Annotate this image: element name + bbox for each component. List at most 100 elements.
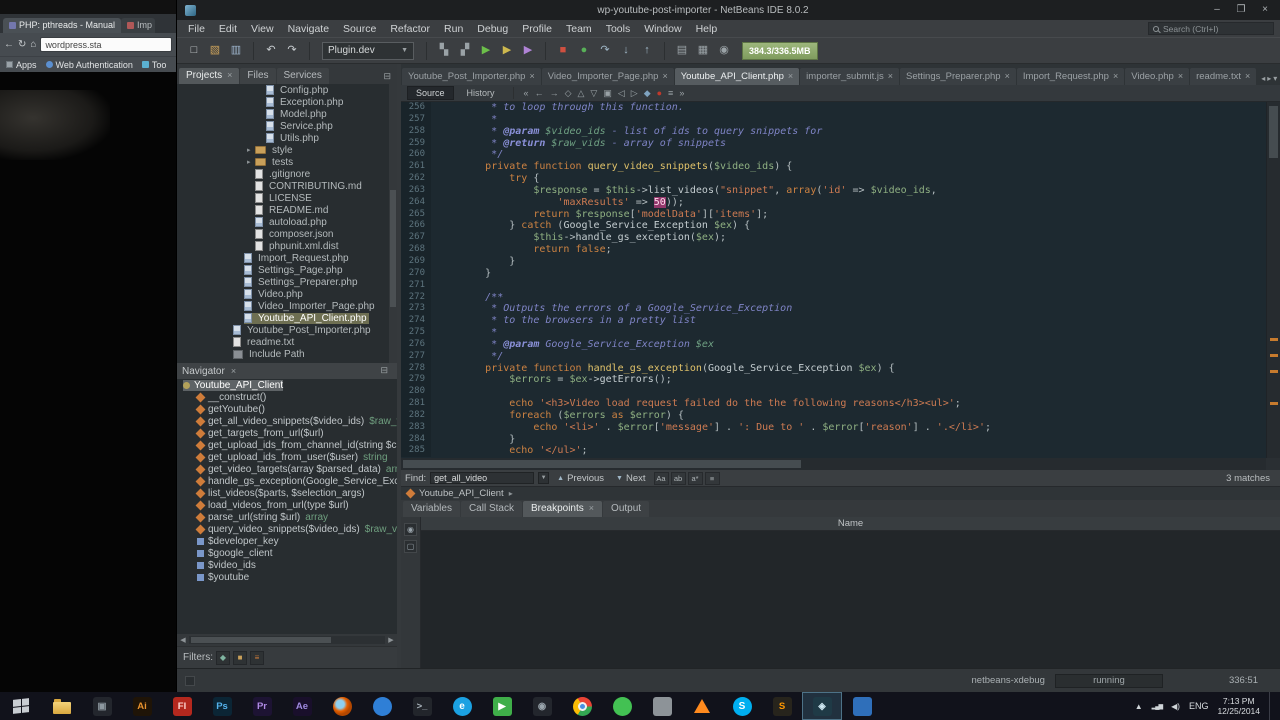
- code-line[interactable]: 278 private function handle_gs_exception…: [401, 362, 1266, 375]
- record-macro-icon[interactable]: ●: [657, 88, 662, 98]
- line-number[interactable]: 279: [401, 374, 431, 387]
- code-line[interactable]: 261 private function query_video_snippet…: [401, 161, 1266, 174]
- language-indicator[interactable]: ENG: [1189, 701, 1209, 711]
- menu-help[interactable]: Help: [689, 23, 725, 35]
- code-line[interactable]: 282 foreach ($errors as $error) {: [401, 409, 1266, 422]
- regex-toggle[interactable]: a*: [687, 471, 703, 485]
- line-number[interactable]: 274: [401, 315, 431, 328]
- code-line[interactable]: 264 'maxResults' => 50));: [401, 196, 1266, 209]
- code-line[interactable]: 279 $errors = $ex->getErrors();: [401, 374, 1266, 387]
- find-previous-button[interactable]: ▲ Previous: [553, 473, 608, 484]
- line-number[interactable]: 265: [401, 208, 431, 221]
- breadcrumb-item[interactable]: Youtube_API_Client: [419, 488, 504, 499]
- next-bookmark-icon[interactable]: ▷: [631, 88, 638, 98]
- find-history-dropdown-icon[interactable]: ▼: [538, 472, 550, 484]
- debugger-tab-variables[interactable]: Variables: [403, 501, 460, 517]
- tree-item-service-php[interactable]: Service.php: [177, 120, 389, 132]
- scroll-left-icon[interactable]: ◀: [177, 636, 189, 644]
- find-next-button[interactable]: ▼ Next: [612, 473, 649, 484]
- taskbar-netbeans[interactable]: ◈: [802, 692, 842, 720]
- tree-item-model-php[interactable]: Model.php: [177, 108, 389, 120]
- navigator-item[interactable]: get_video_targets(array $parsed_data) arr…: [177, 463, 397, 475]
- taskbar-vlc[interactable]: [682, 692, 722, 720]
- start-button[interactable]: [0, 692, 42, 720]
- taskbar-premiere[interactable]: Pr: [242, 692, 282, 720]
- menu-team[interactable]: Team: [559, 23, 599, 35]
- minimize-window-icon[interactable]: ⊟: [379, 71, 395, 84]
- navigator-item[interactable]: parse_url(string $url) array: [177, 511, 397, 523]
- tree-item-settings-page-php[interactable]: Settings_Page.php: [177, 264, 389, 276]
- tree-item-settings-preparer-php[interactable]: Settings_Preparer.php: [177, 276, 389, 288]
- code-line[interactable]: 263 $response = $this->list_videos("snip…: [401, 184, 1266, 197]
- line-number[interactable]: 266: [401, 220, 431, 233]
- code-line[interactable]: 265 return $response['modelData']['items…: [401, 208, 1266, 221]
- table-header[interactable]: Name: [421, 517, 1280, 531]
- menu-profile[interactable]: Profile: [515, 23, 559, 35]
- scroll-tabs-left-icon[interactable]: ◂: [1261, 74, 1265, 83]
- expand-icon[interactable]: ▸: [247, 158, 255, 166]
- line-number[interactable]: 268: [401, 244, 431, 256]
- code-line[interactable]: 256 * to loop through this function.: [401, 102, 1266, 114]
- tree-item-video-importer-page-php[interactable]: Video_Importer_Page.php: [177, 300, 389, 312]
- navigator-item[interactable]: query_video_snippets($video_ids) $raw_vid…: [177, 523, 397, 535]
- line-number[interactable]: 278: [401, 362, 431, 375]
- line-number[interactable]: 262: [401, 173, 431, 185]
- code-line[interactable]: 277 */: [401, 350, 1266, 363]
- toggle-highlight-icon[interactable]: ▣: [603, 88, 612, 98]
- editor-tab-import-request-php[interactable]: Import_Request.php ×: [1016, 68, 1125, 85]
- sort-alpha-icon[interactable]: ≡: [250, 650, 264, 665]
- build-icon[interactable]: ▚: [435, 42, 453, 60]
- code-line[interactable]: 275 *: [401, 327, 1266, 339]
- menu-navigate[interactable]: Navigate: [281, 23, 336, 35]
- tree-item-video-php[interactable]: Video.php: [177, 288, 389, 300]
- tree-item-readme-txt[interactable]: readme.txt: [177, 336, 389, 348]
- continue-icon[interactable]: ●: [575, 42, 593, 60]
- line-number[interactable]: 263: [401, 184, 431, 197]
- line-number[interactable]: 281: [401, 398, 431, 410]
- whole-words-toggle[interactable]: ab: [670, 471, 686, 485]
- menu-run[interactable]: Run: [437, 23, 470, 35]
- taskbar-internet-explorer[interactable]: e: [442, 692, 482, 720]
- tab-list-icon[interactable]: ▾: [1273, 74, 1277, 83]
- code-lines[interactable]: 256 * to loop through this function. 257 …: [401, 102, 1266, 458]
- taskbar-app-window[interactable]: ▣: [82, 692, 122, 720]
- dock-tab-files[interactable]: Files: [240, 68, 276, 84]
- line-number[interactable]: 280: [401, 386, 431, 399]
- navigator-item[interactable]: get_upload_ids_from_channel_id(string $c…: [177, 439, 397, 451]
- taskbar-app-gray[interactable]: [642, 692, 682, 720]
- comment-lines-icon[interactable]: ≡: [668, 88, 673, 98]
- code-line[interactable]: 284 }: [401, 433, 1266, 446]
- line-number[interactable]: 284: [401, 433, 431, 446]
- line-number[interactable]: 276: [401, 338, 431, 351]
- dock-tab-services[interactable]: Services: [276, 68, 329, 84]
- close-tab-icon[interactable]: ×: [888, 72, 893, 81]
- bookmark-too[interactable]: Too: [141, 60, 166, 70]
- editor-tab-video-importer-page-php[interactable]: Video_Importer_Page.php ×: [541, 68, 674, 85]
- line-number[interactable]: 273: [401, 303, 431, 316]
- menu-view[interactable]: View: [244, 23, 281, 35]
- line-number[interactable]: 267: [401, 232, 431, 245]
- taskbar-sublime-text[interactable]: S: [762, 692, 802, 720]
- editor-tab-settings-preparer-php[interactable]: Settings_Preparer.php ×: [900, 68, 1016, 85]
- highlight-results-toggle[interactable]: ≡: [704, 471, 720, 485]
- navigator-item[interactable]: __construct(): [177, 391, 397, 403]
- line-number[interactable]: 261: [401, 161, 431, 174]
- code-line[interactable]: 268 return false;: [401, 244, 1266, 256]
- debugger-tab-breakpoints[interactable]: Breakpoints ×: [522, 501, 603, 517]
- close-tab-icon[interactable]: ×: [1245, 72, 1250, 81]
- taskbar-app-blue[interactable]: [842, 692, 882, 720]
- minimize-window-icon[interactable]: ⊟: [376, 365, 392, 378]
- quick-search-box[interactable]: [1148, 22, 1274, 35]
- tree-item-phpunit-xml-dist[interactable]: phpunit.xml.dist: [177, 240, 389, 252]
- show-fields-icon[interactable]: ■: [233, 650, 247, 665]
- clock[interactable]: 7:13 PM 12/25/2014: [1217, 696, 1260, 716]
- code-line[interactable]: 273 * Outputs the errors of a Google_Ser…: [401, 303, 1266, 316]
- line-number[interactable]: 277: [401, 350, 431, 363]
- line-number[interactable]: 271: [401, 279, 431, 292]
- code-line[interactable]: 257 *: [401, 113, 1266, 126]
- hidden-icons-expand-icon[interactable]: ▲: [1135, 702, 1143, 711]
- close-navigator-icon[interactable]: ×: [231, 366, 236, 376]
- close-tab-icon[interactable]: ×: [529, 72, 534, 81]
- line-number[interactable]: 257: [401, 113, 431, 126]
- scroll-tabs-right-icon[interactable]: ▸: [1267, 74, 1271, 83]
